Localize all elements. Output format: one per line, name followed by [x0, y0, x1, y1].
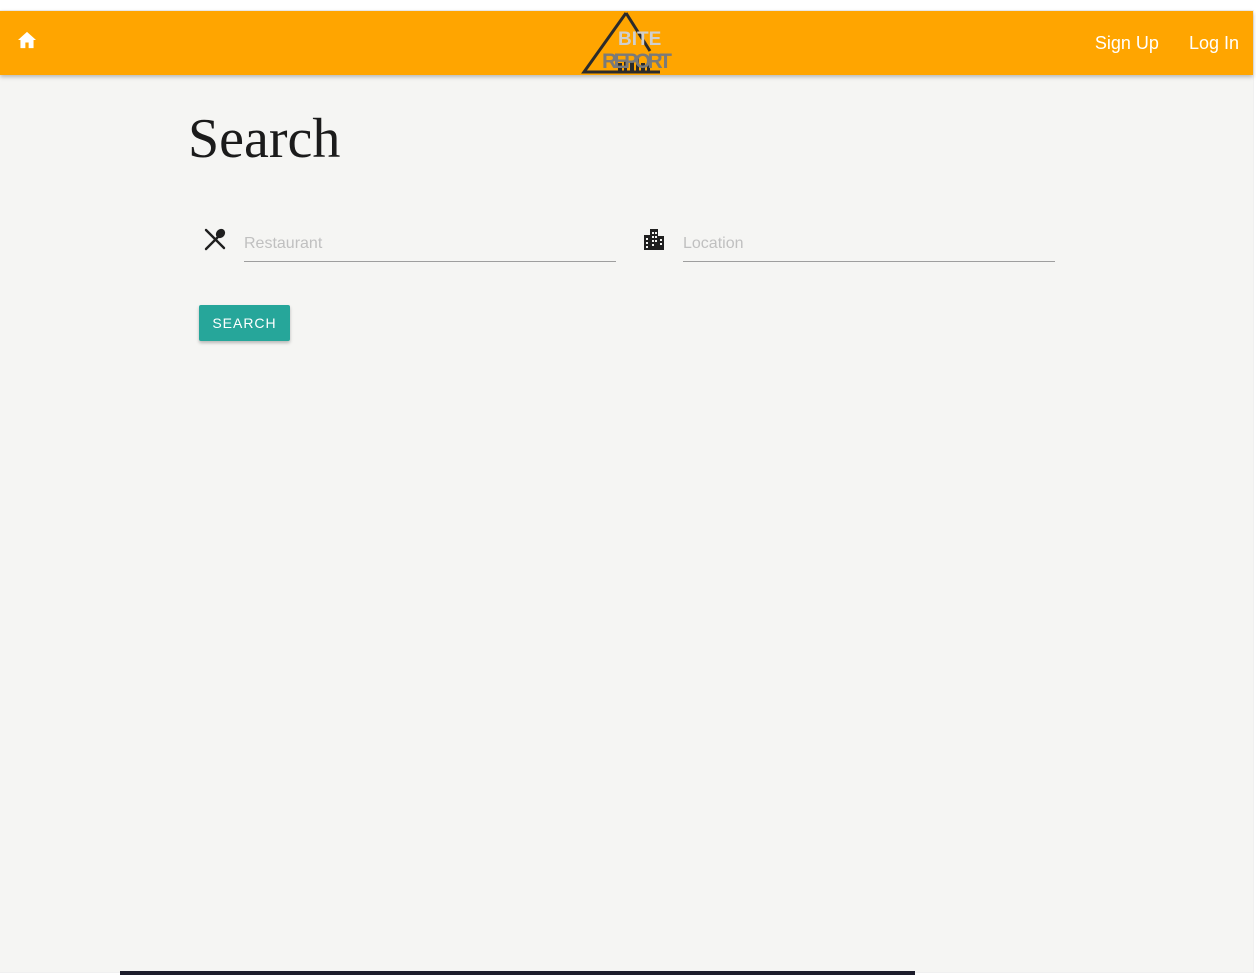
signup-link[interactable]: Sign Up	[1095, 33, 1159, 54]
location-field	[638, 215, 1055, 263]
home-icon	[18, 31, 36, 49]
search-button[interactable]: SEARCH	[199, 305, 290, 341]
page-title: Search	[188, 108, 341, 170]
window-bottom-edge	[120, 971, 915, 975]
logo-line1: BITE	[618, 29, 661, 50]
location-input[interactable]	[683, 215, 1055, 262]
restaurant-icon	[201, 225, 229, 253]
restaurant-field	[199, 215, 616, 263]
logo-triangle-icon: BITE REPORT	[581, 12, 672, 74]
bite-report-logo[interactable]: BITE REPORT	[580, 11, 676, 75]
navbar: BITE REPORT Sign Up Log In	[0, 11, 1253, 75]
app-window: BITE REPORT Sign Up Log In Search Restau…	[0, 11, 1253, 972]
login-link[interactable]: Log In	[1189, 33, 1239, 54]
restaurant-input[interactable]	[244, 215, 616, 262]
logo-line2: REPORT	[602, 50, 672, 73]
home-button[interactable]	[14, 27, 40, 53]
nav-links: Sign Up Log In	[1095, 11, 1239, 75]
building-icon	[640, 225, 668, 253]
